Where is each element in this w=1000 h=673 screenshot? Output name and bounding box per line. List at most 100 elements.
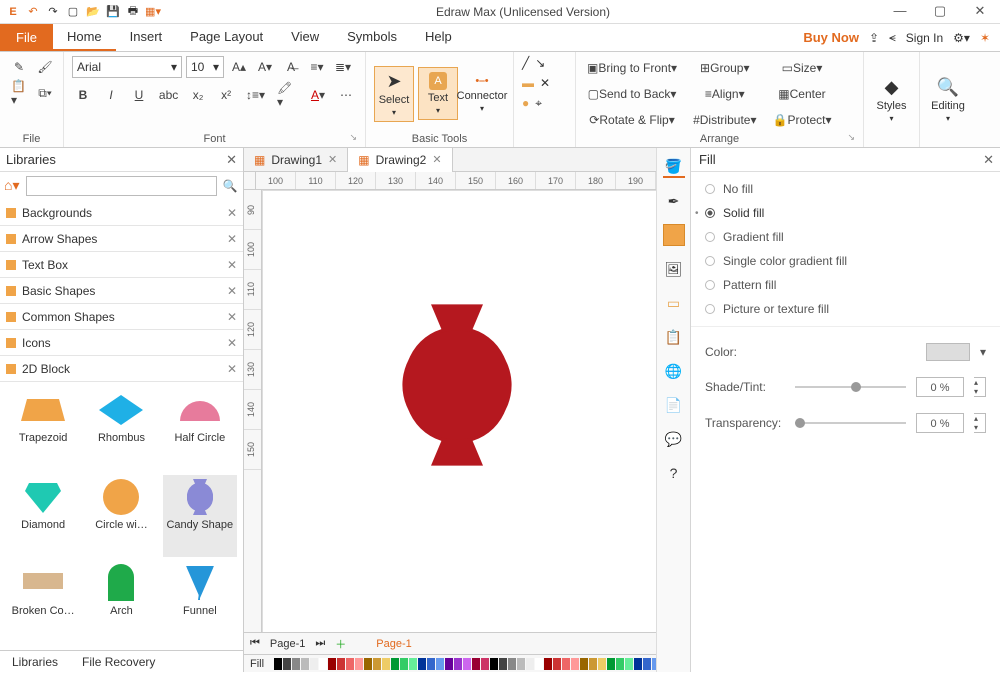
close-category-icon[interactable]: ✕ — [227, 336, 237, 350]
brush-icon[interactable]: 🖌 — [34, 56, 56, 78]
tab-insert[interactable]: Insert — [116, 24, 177, 51]
line-tool-icon[interactable]: ╱ — [522, 56, 529, 70]
shape-diamond[interactable]: Diamond — [6, 475, 80, 558]
library-category[interactable]: Basic Shapes✕ — [0, 278, 243, 304]
bullets-icon[interactable]: ≣▾ — [332, 56, 354, 78]
tab-symbols[interactable]: Symbols — [333, 24, 411, 51]
sign-in-link[interactable]: Sign In — [906, 31, 943, 45]
pen-icon[interactable]: ✒ — [663, 190, 685, 212]
fill-color-icon[interactable] — [663, 224, 685, 246]
transparency-value[interactable]: 0 % — [916, 413, 964, 433]
close-libraries-icon[interactable]: ✕ — [226, 152, 237, 168]
share2-icon[interactable]: ⪪ — [889, 30, 896, 45]
align-button[interactable]: ≡ Align ▾ — [690, 83, 759, 105]
fill-option[interactable]: Pattern fill — [705, 278, 986, 292]
close-category-icon[interactable]: ✕ — [227, 258, 237, 272]
distribute-button[interactable]: # Distribute ▾ — [690, 109, 759, 131]
gear-icon[interactable]: ⚙▾ — [953, 31, 970, 45]
shade-slider[interactable] — [795, 386, 906, 388]
font-launcher-icon[interactable]: ↘ — [349, 132, 357, 143]
bring-to-front-button[interactable]: ▣ Bring to Front ▾ — [584, 57, 680, 79]
maximize-button[interactable]: ▢ — [920, 0, 960, 24]
group-button[interactable]: ⊞ Group ▾ — [690, 57, 759, 79]
crop1-icon[interactable]: ✕ — [540, 76, 550, 90]
search-icon[interactable]: 🔍 — [221, 179, 239, 193]
redo-icon[interactable]: ↷ — [46, 5, 60, 19]
shape-candy-shape[interactable]: Candy Shape — [163, 475, 237, 558]
print-icon[interactable]: 🖶 — [126, 5, 140, 19]
page-tab[interactable]: Page-1 — [270, 638, 305, 650]
save-icon[interactable]: 💾 — [106, 5, 120, 19]
rect-tool-icon[interactable]: ▬ — [522, 76, 534, 90]
strike-button[interactable]: abc — [156, 84, 181, 106]
protect-button[interactable]: 🔒 Protect ▾ — [769, 109, 834, 131]
font-name-select[interactable]: Arial▾ — [72, 56, 182, 78]
globe-icon[interactable]: 🌐 — [663, 360, 685, 382]
select-tool[interactable]: ➤Select▾ — [374, 66, 414, 122]
first-page-icon[interactable]: ⏮ — [250, 637, 260, 650]
editing-button[interactable]: 🔍Editing▾ — [928, 73, 968, 127]
underline-button[interactable]: U — [128, 84, 150, 106]
close-category-icon[interactable]: ✕ — [227, 362, 237, 376]
shape-broken-co-[interactable]: Broken Co… — [6, 561, 80, 644]
color-swatches[interactable] — [274, 658, 705, 670]
library-category[interactable]: Backgrounds✕ — [0, 200, 243, 226]
font-size-select[interactable]: 10▾ — [186, 56, 224, 78]
subscript-button[interactable]: x₂ — [187, 84, 209, 106]
file-menu[interactable]: File — [0, 24, 53, 51]
paste-icon[interactable]: 📋▾ — [8, 82, 30, 104]
fill-option[interactable]: Picture or texture fill — [705, 302, 986, 316]
bold-button[interactable]: B — [72, 84, 94, 106]
format-painter-icon[interactable]: ✎ — [8, 56, 30, 78]
close-tab-icon[interactable]: ✕ — [432, 153, 441, 166]
transparency-spinner[interactable]: ▴▾ — [974, 413, 986, 433]
comment-icon[interactable]: 💬 — [663, 428, 685, 450]
last-page-icon[interactable]: ⏭ — [315, 637, 325, 650]
library-category[interactable]: Arrow Shapes✕ — [0, 226, 243, 252]
library-category[interactable]: Icons✕ — [0, 330, 243, 356]
italic-button[interactable]: I — [100, 84, 122, 106]
fill-option[interactable]: Gradient fill — [705, 230, 986, 244]
shape-half-circle[interactable]: Half Circle — [163, 388, 237, 471]
library-category[interactable]: 2D Block✕ — [0, 356, 243, 382]
add-page-icon[interactable]: ＋ — [335, 636, 346, 652]
color-dropdown-icon[interactable]: ▾ — [980, 345, 986, 359]
shape-funnel[interactable]: Funnel — [163, 561, 237, 644]
shape-arch[interactable]: Arch — [84, 561, 158, 644]
close-category-icon[interactable]: ✕ — [227, 232, 237, 246]
center-button[interactable]: ▦ Center — [769, 83, 834, 105]
undo-icon[interactable]: ↶ — [26, 5, 40, 19]
doc-tab-1[interactable]: ▦Drawing1✕ — [244, 148, 348, 172]
text-tool[interactable]: AText▾ — [418, 67, 458, 120]
close-category-icon[interactable]: ✕ — [227, 310, 237, 324]
fill-option[interactable]: Single color gradient fill — [705, 254, 986, 268]
minimize-button[interactable]: — — [880, 0, 920, 24]
close-category-icon[interactable]: ✕ — [227, 284, 237, 298]
superscript-button[interactable]: x² — [215, 84, 237, 106]
bottom-tab-file-recovery[interactable]: File Recovery — [70, 651, 167, 673]
highlight-icon[interactable]: 🖍▾ — [274, 84, 301, 106]
open-icon[interactable]: 📂 — [86, 5, 100, 19]
share-icon[interactable]: ⇪ — [869, 31, 879, 45]
size-button[interactable]: ▭ Size ▾ — [769, 57, 834, 79]
candy-shape-object[interactable] — [392, 300, 522, 470]
rotate-flip-button[interactable]: ⟳ Rotate & Flip ▾ — [584, 109, 680, 131]
send-to-back-button[interactable]: ▢ Send to Back ▾ — [584, 83, 680, 105]
clipboard-icon[interactable]: 📋 — [663, 326, 685, 348]
circle-tool-icon[interactable]: ● — [522, 96, 529, 111]
shape-trapezoid[interactable]: Trapezoid — [6, 388, 80, 471]
copy-icon[interactable]: ⧉▾ — [34, 82, 56, 104]
home-icon[interactable]: ⌂▾ — [4, 177, 22, 195]
buy-now-link[interactable]: Buy Now — [803, 30, 859, 45]
active-page-label[interactable]: Page-1 — [376, 638, 411, 650]
increase-font-icon[interactable]: A▴ — [228, 56, 250, 78]
library-category[interactable]: Text Box✕ — [0, 252, 243, 278]
image-icon[interactable]: 🖼 — [663, 258, 685, 280]
more-font-icon[interactable]: ⋯ — [335, 84, 357, 106]
logo-icon[interactable]: ✶ — [980, 31, 990, 45]
library-search-input[interactable] — [26, 176, 217, 196]
help-icon[interactable]: ? — [663, 462, 685, 484]
decrease-font-icon[interactable]: A▾ — [254, 56, 276, 78]
options-icon[interactable]: ▦▾ — [146, 5, 160, 19]
library-category[interactable]: Common Shapes✕ — [0, 304, 243, 330]
